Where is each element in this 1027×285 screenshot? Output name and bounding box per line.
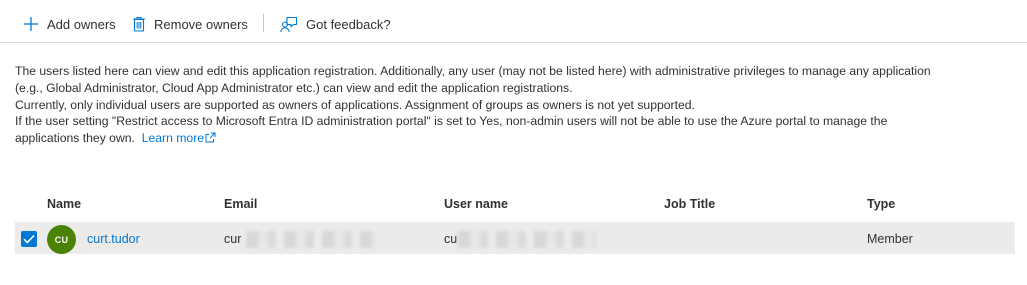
- toolbar-divider: [263, 14, 264, 32]
- info-line-4: If the user setting "Restrict access to …: [15, 114, 888, 129]
- info-line-5-container: applications they own. Learn more: [15, 130, 1015, 147]
- avatar: CU: [47, 225, 76, 254]
- info-line-3: Currently, only individual users are sup…: [15, 97, 695, 112]
- column-header-job-title[interactable]: Job Title: [664, 197, 715, 211]
- owner-email: cur: [224, 232, 242, 246]
- learn-more-label: Learn more: [141, 131, 205, 146]
- feedback-button[interactable]: Got feedback?: [280, 12, 391, 36]
- external-link-icon: [204, 131, 216, 145]
- column-header-email[interactable]: Email: [224, 197, 257, 211]
- add-owners-button[interactable]: Add owners: [23, 12, 116, 36]
- column-header-username[interactable]: User name: [444, 197, 508, 211]
- owner-name-link[interactable]: curt.tudor: [87, 232, 140, 246]
- command-bar: Add owners Remove owners Got feedback?: [0, 0, 1027, 43]
- feedback-person-icon: [280, 16, 298, 33]
- feedback-label: Got feedback?: [306, 16, 391, 32]
- learn-more-link[interactable]: Learn more: [142, 131, 216, 145]
- remove-owners-button[interactable]: Remove owners: [132, 12, 248, 36]
- remove-owners-label: Remove owners: [154, 16, 248, 32]
- owners-info-text: The users listed here can view and edit …: [15, 63, 1015, 147]
- add-owners-label: Add owners: [47, 16, 116, 32]
- info-line-5: applications they own.: [15, 131, 135, 146]
- info-line-2: (e.g., Global Administrator, Cloud App A…: [15, 80, 573, 95]
- owner-type: Member: [867, 232, 913, 246]
- plus-icon: [23, 16, 39, 32]
- checkmark-icon: [23, 232, 35, 247]
- redacted-username: [458, 231, 596, 248]
- column-header-type[interactable]: Type: [867, 197, 895, 211]
- column-header-name[interactable]: Name: [47, 197, 81, 211]
- redacted-email: [246, 231, 376, 248]
- info-line-1: The users listed here can view and edit …: [15, 64, 931, 78]
- trash-icon: [132, 16, 146, 32]
- owner-username: cu: [444, 232, 458, 246]
- row-checkbox[interactable]: [21, 231, 37, 247]
